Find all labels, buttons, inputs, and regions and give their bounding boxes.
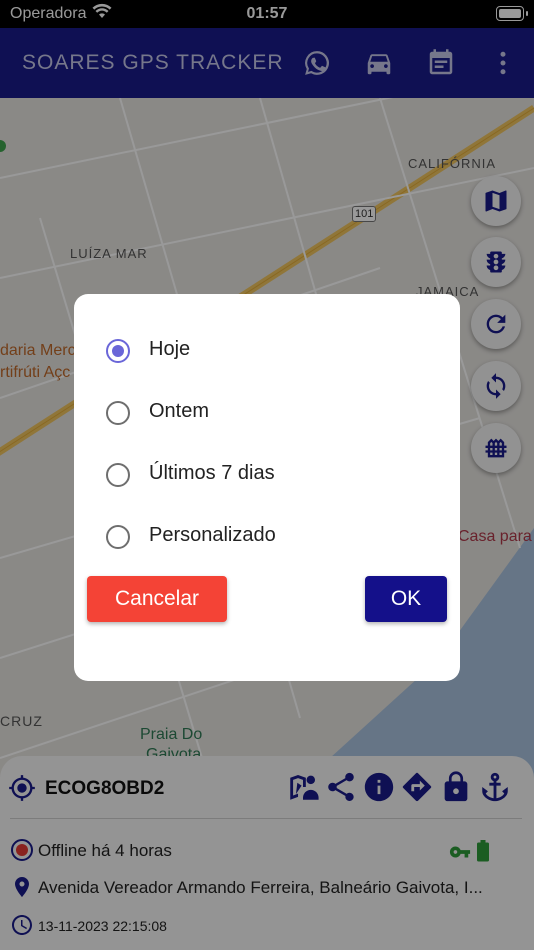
option-label: Personalizado [149,524,276,546]
option-label: Hoje [149,338,191,360]
period-dialog: Hoje Ontem Últimos 7 dias Personalizado … [74,294,460,681]
cancel-button[interactable]: Cancelar [87,576,227,622]
ok-button[interactable]: OK [365,576,447,622]
option-label: Ontem [149,400,210,422]
radio-icon[interactable] [106,525,130,549]
option-personalizado[interactable]: Personalizado [106,522,436,552]
option-label: Últimos 7 dias [149,462,275,484]
option-hoje[interactable]: Hoje [106,336,436,366]
radio-icon[interactable] [106,463,130,487]
radio-icon[interactable] [106,401,130,425]
option-ultimos-7-dias[interactable]: Últimos 7 dias [106,460,436,490]
option-ontem[interactable]: Ontem [106,398,436,428]
radio-selected-icon[interactable] [106,339,130,363]
